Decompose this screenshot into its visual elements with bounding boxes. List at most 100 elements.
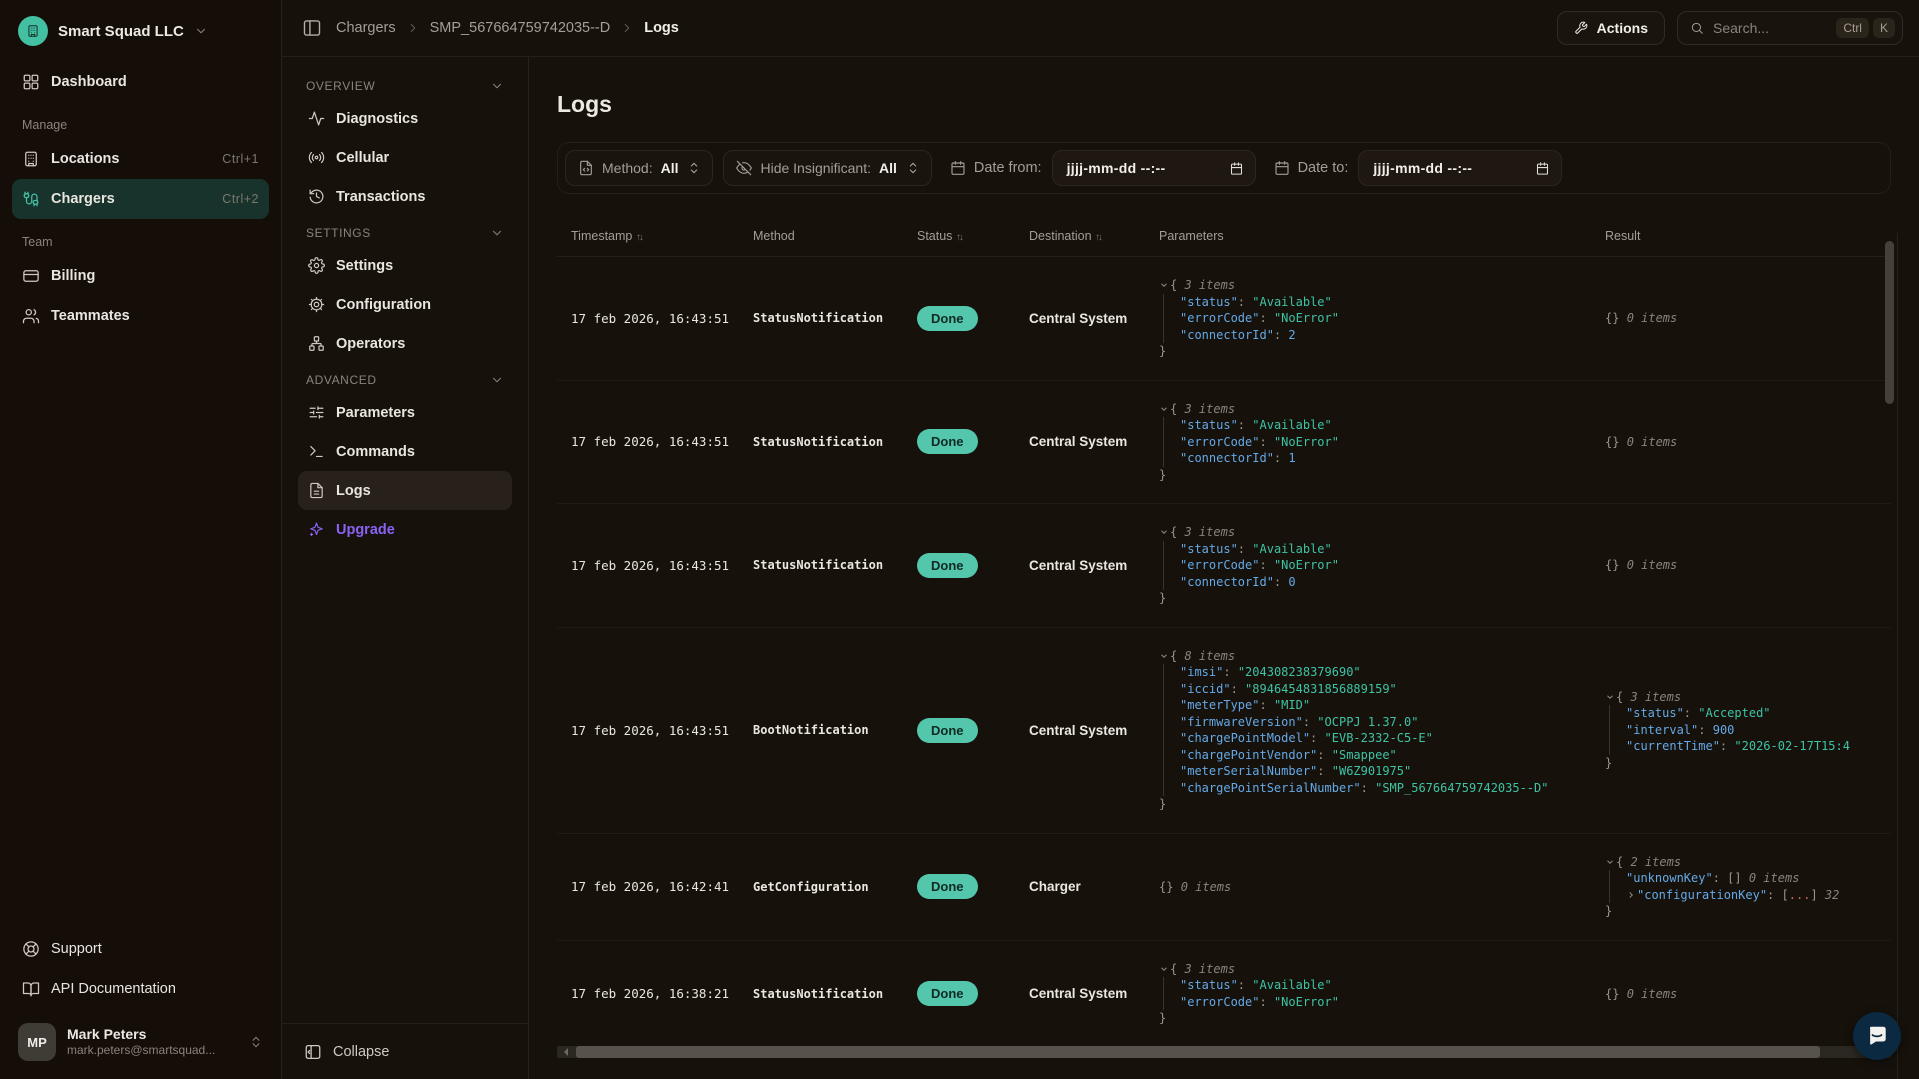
- date-to-input[interactable]: jjjj-mm-dd --:--: [1358, 150, 1562, 186]
- horizontal-scrollbar-thumb[interactable]: [576, 1046, 1820, 1058]
- sidebar-item-configuration[interactable]: Configuration: [298, 285, 512, 324]
- cell-parameters: { 3 items"status": "Available""errorCode…: [1159, 961, 1605, 1027]
- chevron-down-icon: [490, 79, 504, 93]
- shortcut-hint: Ctrl+1: [222, 152, 259, 166]
- cell-timestamp: 17 feb 2026, 16:42:41: [557, 879, 753, 894]
- column-header[interactable]: Status ↑↓: [917, 229, 1029, 243]
- section-overview: OVERVIEW Diagnostics Cellular Transactio…: [298, 79, 512, 216]
- cell-status: Done: [917, 306, 1029, 331]
- chevron-down-icon[interactable]: [1159, 964, 1170, 974]
- sidebar-item-label: Configuration: [336, 297, 431, 313]
- user-email: mark.peters@smartsquad...: [67, 1043, 215, 1058]
- json-empty: {} 0 items: [1605, 558, 1677, 572]
- table-body: 17 feb 2026, 16:43:51StatusNotificationD…: [557, 257, 1891, 1048]
- column-header: Method: [753, 229, 917, 243]
- sidebar-item-transactions[interactable]: Transactions: [298, 177, 512, 216]
- sidebar-item-cellular[interactable]: Cellular: [298, 138, 512, 177]
- chevron-down-icon[interactable]: [1605, 692, 1616, 702]
- cell-status: Done: [917, 553, 1029, 578]
- cell-result: {} 0 items: [1605, 556, 1891, 574]
- date-from-input[interactable]: jjjj-mm-dd --:--: [1052, 150, 1256, 186]
- cell-status: Done: [917, 981, 1029, 1006]
- user-name: Mark Peters: [67, 1026, 215, 1043]
- filters-bar: Method: All Hide Insignificant: All Date…: [557, 142, 1891, 194]
- chevron-down-icon: [194, 24, 208, 38]
- column-header: Parameters: [1159, 229, 1605, 243]
- sidebar-item-commands[interactable]: Commands: [298, 432, 512, 471]
- search-input[interactable]: Search... Ctrl K: [1677, 11, 1903, 45]
- dashboard-icon: [22, 73, 40, 91]
- column-header[interactable]: Timestamp ↑↓: [557, 229, 753, 243]
- sort-icon[interactable]: ↑↓: [956, 232, 962, 243]
- sort-icon[interactable]: ↑↓: [1095, 232, 1101, 243]
- actions-button[interactable]: Actions: [1557, 11, 1665, 45]
- breadcrumb-charger-id[interactable]: SMP_567664759742035--D: [430, 20, 611, 36]
- table-header: Timestamp ↑↓MethodStatus ↑↓Destination ↑…: [557, 220, 1891, 257]
- chevron-down-icon[interactable]: [1159, 404, 1170, 414]
- chevron-right-icon[interactable]: [1626, 890, 1637, 900]
- cell-method: StatusNotification: [753, 435, 917, 449]
- logs-page: Logs Method: All Hide Insignificant: All…: [529, 57, 1919, 1079]
- chevron-down-icon[interactable]: [1605, 857, 1616, 867]
- cell-parameters: { 8 items"imsi": "204308238379690""iccid…: [1159, 648, 1605, 813]
- sidebar-item-operators[interactable]: Operators: [298, 324, 512, 363]
- cell-timestamp: 17 feb 2026, 16:43:51: [557, 723, 753, 738]
- sidebar-item-upgrade[interactable]: Upgrade: [298, 510, 512, 549]
- hide-insignificant-filter[interactable]: Hide Insignificant: All: [723, 150, 931, 186]
- column-header[interactable]: Destination ↑↓: [1029, 229, 1159, 243]
- sidebar-item-teammates[interactable]: Teammates: [12, 296, 269, 336]
- method-filter[interactable]: Method: All: [565, 150, 713, 186]
- panel-left-icon[interactable]: [302, 18, 322, 38]
- horizontal-scrollbar[interactable]: [557, 1046, 1891, 1058]
- sidebar-item-dashboard[interactable]: Dashboard: [12, 62, 269, 102]
- table-row[interactable]: 17 feb 2026, 16:43:51StatusNotificationD…: [557, 257, 1891, 381]
- radio-signal-icon: [308, 149, 325, 166]
- cell-timestamp: 17 feb 2026, 16:43:51: [557, 311, 753, 326]
- chat-launcher-button[interactable]: [1853, 1012, 1901, 1060]
- sidebar-item-settings[interactable]: Settings: [298, 246, 512, 285]
- table-row[interactable]: 17 feb 2026, 16:42:41GetConfigurationDon…: [557, 834, 1891, 941]
- chevron-down-icon[interactable]: [1159, 527, 1170, 537]
- section-header-overview[interactable]: OVERVIEW: [298, 79, 512, 93]
- sidebar-item-parameters[interactable]: Parameters: [298, 393, 512, 432]
- activity-icon: [308, 110, 325, 127]
- section-header-advanced[interactable]: ADVANCED: [298, 373, 512, 387]
- section-label: ADVANCED: [306, 373, 377, 387]
- org-switcher[interactable]: Smart Squad LLC: [12, 14, 269, 62]
- sidebar-item-diagnostics[interactable]: Diagnostics: [298, 99, 512, 138]
- json-tree: { 3 items"status": "Available""errorCode…: [1159, 277, 1605, 360]
- table-row[interactable]: 17 feb 2026, 16:38:21StatusNotificationD…: [557, 941, 1891, 1048]
- cell-method: StatusNotification: [753, 311, 917, 325]
- sort-icon[interactable]: ↑↓: [636, 232, 642, 243]
- sidebar-item-locations[interactable]: Locations Ctrl+1: [12, 139, 269, 179]
- sidebar-item-api-documentation[interactable]: API Documentation: [12, 969, 269, 1009]
- terminal-icon: [308, 443, 325, 460]
- sidebar-item-label: Transactions: [336, 189, 425, 205]
- user-menu[interactable]: MP Mark Peters mark.peters@smartsquad...: [12, 1009, 269, 1063]
- sidebar-item-logs[interactable]: Logs: [298, 471, 512, 510]
- cell-destination: Central System: [1029, 558, 1159, 573]
- sidebar-item-billing[interactable]: Billing: [12, 256, 269, 296]
- vertical-scrollbar-thumb[interactable]: [1885, 241, 1894, 404]
- section-label: OVERVIEW: [306, 79, 375, 93]
- sidebar-item-label: Settings: [336, 258, 393, 274]
- vertical-scrollbar-track[interactable]: [1897, 233, 1898, 1079]
- breadcrumb-chargers[interactable]: Chargers: [336, 20, 396, 36]
- table-row[interactable]: 17 feb 2026, 16:43:51StatusNotificationD…: [557, 381, 1891, 505]
- chevron-down-icon[interactable]: [1159, 280, 1170, 290]
- table-row[interactable]: 17 feb 2026, 16:43:51StatusNotificationD…: [557, 504, 1891, 628]
- scroll-left-arrow[interactable]: [560, 1048, 568, 1056]
- status-badge: Done: [917, 553, 978, 578]
- sidebar-item-support[interactable]: Support: [12, 929, 269, 969]
- collapse-sidebar-button[interactable]: Collapse: [282, 1023, 528, 1079]
- breadcrumb-current: Logs: [644, 20, 679, 36]
- sidebar-item-chargers[interactable]: Chargers Ctrl+2: [12, 179, 269, 219]
- cell-result: {} 0 items: [1605, 985, 1891, 1003]
- table-row[interactable]: 17 feb 2026, 16:43:51BootNotificationDon…: [557, 628, 1891, 834]
- date-to-label-group: Date to:: [1274, 160, 1349, 176]
- building-icon: [26, 24, 40, 38]
- section-header-settings[interactable]: SETTINGS: [298, 226, 512, 240]
- chevron-down-icon[interactable]: [1159, 651, 1170, 661]
- status-badge: Done: [917, 718, 978, 743]
- calendar-icon: [1535, 161, 1550, 176]
